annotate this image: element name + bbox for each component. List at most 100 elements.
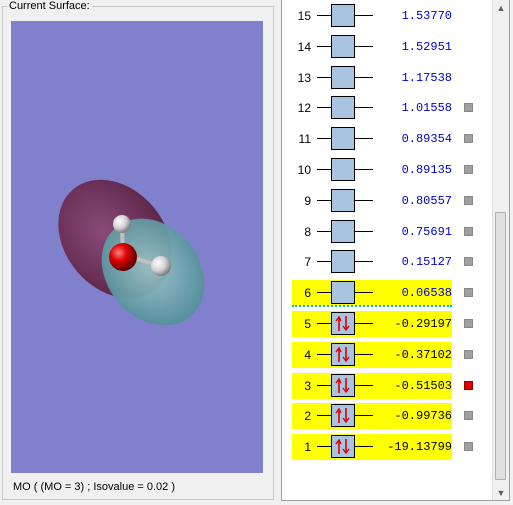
arrow-down-icon: ▼ (496, 488, 506, 498)
level-line (317, 107, 331, 108)
orbital-level-box[interactable] (331, 96, 355, 119)
orbital-level-box[interactable] (331, 4, 355, 27)
orbital-level-box[interactable] (331, 158, 355, 181)
level-line (317, 415, 331, 416)
level-line (355, 261, 373, 262)
electron-pair-icon (335, 346, 350, 363)
mo-energy: 1.53770 (401, 9, 452, 23)
mo-checkbox[interactable] (464, 288, 473, 297)
molecule-viewer[interactable] (11, 21, 263, 473)
mo-number: 3 (304, 379, 311, 393)
mo-row[interactable]: 15 1.53770 (292, 3, 452, 29)
level-line (355, 292, 373, 293)
level-line (317, 46, 331, 47)
vertical-scrollbar[interactable]: ▲ ▼ (492, 0, 509, 500)
group-title: Current Surface: (7, 0, 92, 12)
mo-checkbox[interactable] (464, 134, 473, 143)
orbital-level-box[interactable] (331, 281, 355, 304)
mo-number: 9 (304, 194, 311, 208)
mo-row[interactable]: 4 -0.37102 (292, 342, 452, 368)
mo-checkbox[interactable] (464, 319, 473, 328)
mo-row[interactable]: 5 -0.29197 (292, 311, 452, 337)
mo-checkbox-selected[interactable] (464, 381, 473, 390)
level-line (317, 323, 331, 324)
mo-energy: 1.17538 (401, 71, 452, 85)
mo-row[interactable]: 7 0.15127 (292, 249, 452, 275)
orbital-level-box[interactable] (331, 312, 355, 335)
level-line (317, 261, 331, 262)
orbital-level-box[interactable] (331, 220, 355, 243)
mo-number: 7 (304, 255, 311, 269)
mo-energy: 0.75691 (401, 225, 452, 239)
level-line (355, 46, 373, 47)
level-line (317, 231, 331, 232)
electron-pair-icon (335, 377, 350, 394)
mo-checkbox[interactable] (464, 442, 473, 451)
mo-checkbox[interactable] (464, 196, 473, 205)
level-line (355, 415, 373, 416)
mo-number: 15 (297, 9, 311, 23)
orbital-level-box[interactable] (331, 66, 355, 89)
scroll-up-button[interactable]: ▲ (493, 0, 509, 16)
mo-energy: 0.89135 (401, 163, 452, 177)
orbital-level-box[interactable] (331, 404, 355, 427)
mo-row[interactable]: 12 1.01558 (292, 95, 452, 121)
orbital-level-box[interactable] (331, 435, 355, 458)
mo-number: 14 (297, 40, 311, 54)
level-line (317, 354, 331, 355)
mo-row[interactable]: 10 0.89135 (292, 157, 452, 183)
mo-row[interactable]: 14 1.52951 (292, 34, 452, 60)
orbital-level-box[interactable] (331, 374, 355, 397)
level-line (355, 231, 373, 232)
mo-row[interactable]: 11 0.89354 (292, 126, 452, 152)
scroll-thumb[interactable] (495, 212, 506, 480)
mo-row[interactable]: 13 1.17538 (292, 65, 452, 91)
level-line (355, 354, 373, 355)
orbital-level-box[interactable] (331, 343, 355, 366)
orbital-level-box[interactable] (331, 127, 355, 150)
mo-energy: -0.99736 (394, 409, 452, 423)
level-line (355, 107, 373, 108)
mo-number: 1 (304, 440, 311, 454)
mo-checkbox[interactable] (464, 103, 473, 112)
level-line (355, 15, 373, 16)
mo-energy: 0.15127 (401, 255, 452, 269)
orbital-level-box[interactable] (331, 189, 355, 212)
hydrogen-atom (113, 215, 131, 233)
homo-lumo-gap-line (292, 305, 452, 307)
level-line (355, 169, 373, 170)
mo-row[interactable]: 1 -19.13799 (292, 434, 452, 460)
mo-energy: -0.51503 (394, 379, 452, 393)
mo-number: 4 (304, 348, 311, 362)
mo-checkbox[interactable] (464, 411, 473, 420)
mo-checkbox[interactable] (464, 165, 473, 174)
mo-energy: 1.01558 (401, 101, 452, 115)
mo-energy-panel: 15 1.53770 14 1.52951 13 1.17538 12 1.01558 11 0.… (281, 0, 510, 501)
mo-energy: 0.89354 (401, 132, 452, 146)
level-line (355, 77, 373, 78)
mo-row[interactable]: 2 -0.99736 (292, 403, 452, 429)
level-line (317, 169, 331, 170)
mo-number: 13 (297, 71, 311, 85)
mo-checkbox[interactable] (464, 227, 473, 236)
level-line (355, 138, 373, 139)
orbital-level-box[interactable] (331, 35, 355, 58)
oxygen-atom (109, 243, 137, 271)
mo-row[interactable]: 3 -0.51503 (292, 373, 452, 399)
mo-number: 11 (298, 132, 311, 146)
molecular-orbital-render (58, 179, 205, 326)
mo-energy: -0.37102 (394, 348, 452, 362)
mo-checkbox[interactable] (464, 257, 473, 266)
mo-row[interactable]: 6 0.06538 (292, 280, 452, 306)
level-line (355, 323, 373, 324)
mo-row[interactable]: 8 0.75691 (292, 219, 452, 245)
mo-row[interactable]: 9 0.80557 (292, 188, 452, 214)
mo-number: 8 (304, 225, 311, 239)
orbital-level-box[interactable] (331, 250, 355, 273)
level-line (317, 200, 331, 201)
level-line (355, 385, 373, 386)
level-line (317, 15, 331, 16)
hydrogen-atom (151, 256, 171, 276)
scroll-down-button[interactable]: ▼ (493, 485, 509, 500)
mo-checkbox[interactable] (464, 350, 473, 359)
